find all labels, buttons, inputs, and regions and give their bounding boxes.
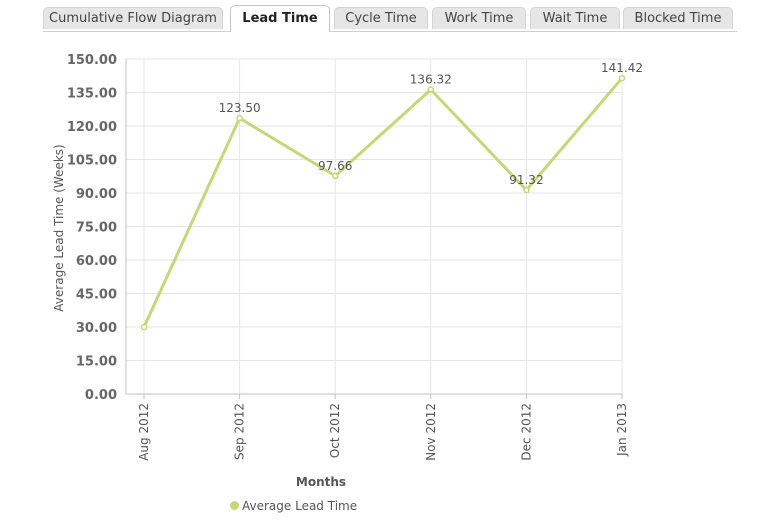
data-label: 136.32 [410,73,452,87]
chart-axes [125,59,623,399]
y-tick-label: 120.00 [67,120,117,135]
data-label: 123.50 [219,101,261,115]
x-axis-ticks: Aug 2012 Sep 2012 Oct 2012 Nov 2012 Dec 2012… [137,403,629,461]
lead-time-chart: 0.00 15.00 30.00 45.00 60.00 75.00 90.00 105.00… [52,53,643,489]
data-label: 91.32 [509,173,543,187]
x-tick-label: Jan 2013 [615,403,629,457]
y-tick-label: 30.00 [76,321,117,336]
y-tick-label: 90.00 [76,187,117,202]
y-tick-label: 60.00 [76,254,117,269]
y-tick-label: 45.00 [76,288,117,303]
y-axis-ticks: 0.00 15.00 30.00 45.00 60.00 75.00 90.00 105.00… [67,53,117,403]
data-point [236,114,243,122]
data-point [427,86,435,93]
data-label: 97.66 [318,159,352,173]
x-tick-label: Nov 2012 [424,403,438,461]
legend-marker-icon [230,501,239,510]
legend-item-average-lead-time[interactable]: Average Lead Time [230,497,357,515]
x-axis-title: Months [296,475,346,489]
y-tick-label: 135.00 [67,87,117,102]
y-tick-label: 15.00 [76,355,117,370]
series-average-lead-time[interactable] [140,74,626,331]
data-point [523,186,530,194]
x-tick-label: Sep 2012 [233,403,247,460]
y-tick-label: 105.00 [67,154,117,169]
y-tick-label: 75.00 [76,221,117,236]
x-tick-label: Aug 2012 [137,403,151,461]
x-tick-label: Dec 2012 [519,403,533,461]
y-tick-label: 150.00 [67,53,117,68]
series-line [142,76,624,329]
grid-lines [126,58,623,394]
data-label: 141.42 [601,61,643,75]
data-point [140,323,148,331]
legend-label: Average Lead Time [242,499,358,513]
x-tick-label: Oct 2012 [328,403,342,458]
y-axis-title: Average Lead Time (Weeks) [52,144,66,311]
data-point [331,172,339,180]
data-point [618,74,626,82]
y-tick-label: 0.00 [85,388,117,403]
